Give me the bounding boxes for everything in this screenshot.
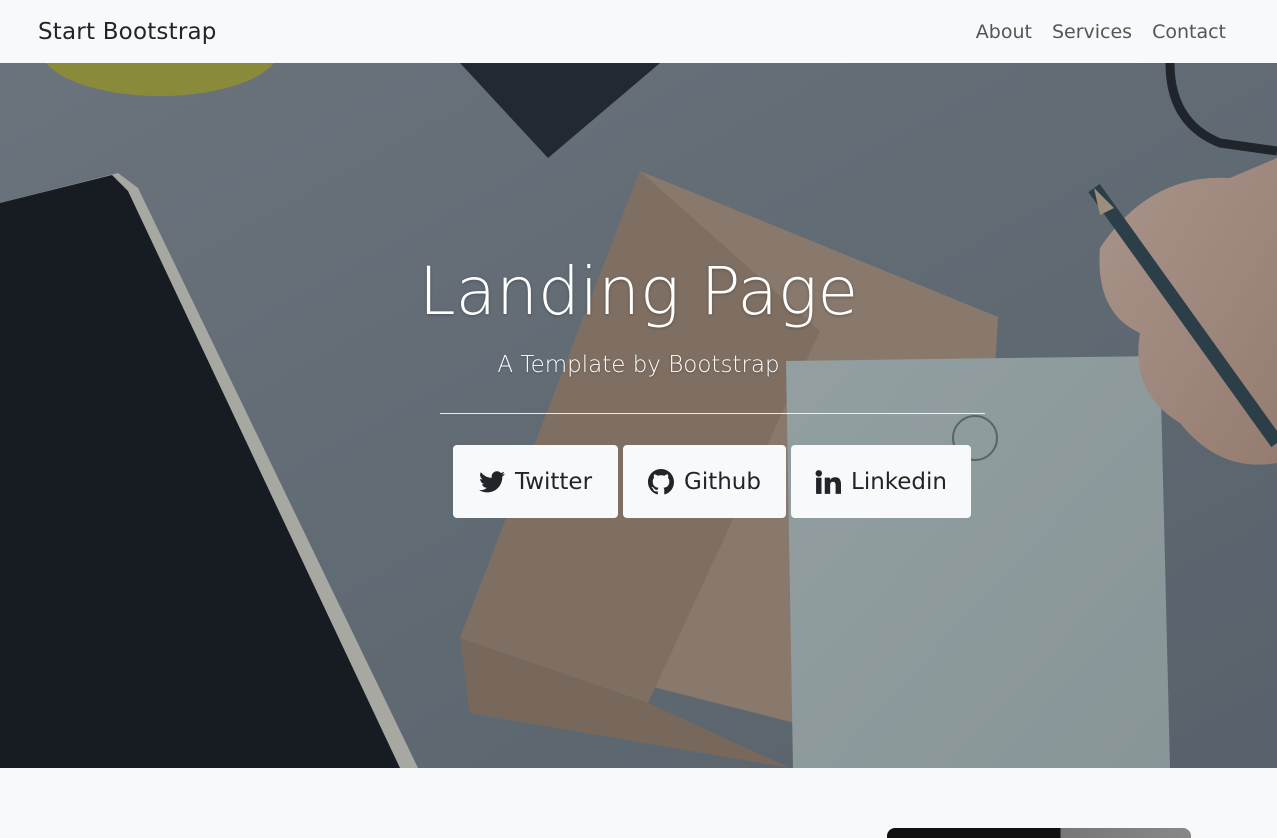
nav-links: About Services Contact (976, 21, 1239, 43)
twitter-icon (478, 470, 505, 493)
hero-subtitle: A Template by Bootstrap (497, 352, 780, 378)
social-buttons: Twitter Github Linkedin (453, 445, 971, 518)
hero-divider (440, 413, 985, 414)
linkedin-label: Linkedin (851, 468, 947, 495)
twitter-button[interactable]: Twitter (453, 445, 618, 518)
twitter-label: Twitter (514, 468, 593, 495)
navbar: Start Bootstrap About Services Contact (0, 0, 1277, 63)
brand-link[interactable]: Start Bootstrap (38, 19, 217, 45)
github-label: Github (684, 468, 761, 495)
content-section (0, 768, 1277, 838)
hero-section: Landing Page A Template by Bootstrap Twi… (0, 63, 1277, 768)
nav-link-services[interactable]: Services (1052, 21, 1132, 43)
nav-link-about[interactable]: About (976, 21, 1032, 43)
github-button[interactable]: Github (623, 445, 786, 518)
hero-content: Landing Page A Template by Bootstrap Twi… (0, 63, 1277, 768)
nav-link-contact[interactable]: Contact (1152, 21, 1226, 43)
linkedin-icon (815, 469, 841, 494)
github-icon (648, 468, 674, 495)
hero-title: Landing Page (418, 253, 859, 330)
linkedin-button[interactable]: Linkedin (791, 445, 971, 518)
device-image-edge (887, 828, 1191, 838)
